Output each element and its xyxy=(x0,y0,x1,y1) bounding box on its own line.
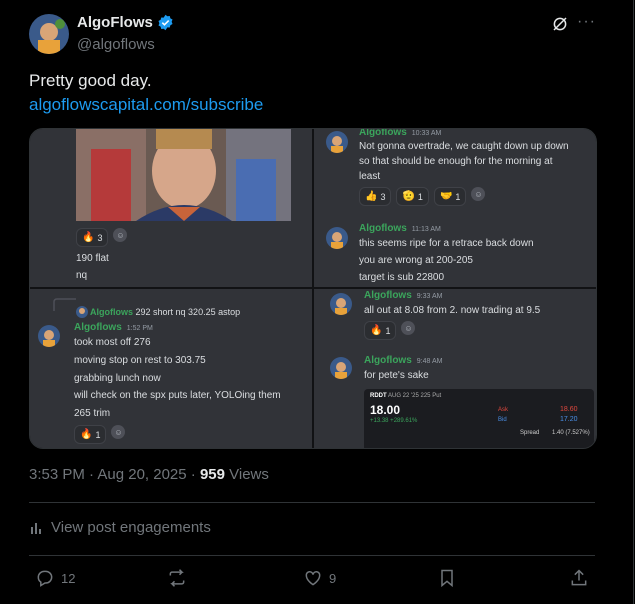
ask-value: 18.60 xyxy=(560,406,578,413)
add-reaction-icon[interactable]: ☺ xyxy=(111,425,126,439)
post-timestamp[interactable]: 3:53 PM · Aug 20, 2025 · 959 Views xyxy=(29,466,269,483)
meme-image xyxy=(76,129,291,221)
panel-divider xyxy=(30,287,596,289)
repost-icon xyxy=(169,569,185,587)
discord-avatar xyxy=(330,357,352,379)
message-line: for pete's sake xyxy=(364,370,429,381)
like-count: 9 xyxy=(329,570,337,586)
like-button[interactable]: 9 xyxy=(303,568,336,588)
message-line: will check on the spx puts later, YOLOin… xyxy=(74,390,281,401)
reaction-fire[interactable]: 🔥 1 xyxy=(364,321,397,340)
message-line: you are wrong at 200-205 xyxy=(359,255,473,266)
ask-label: Ask xyxy=(498,407,509,413)
timeline-border xyxy=(633,0,634,604)
add-reaction-icon[interactable]: ☺ xyxy=(113,228,128,242)
discord-avatar xyxy=(326,131,348,153)
discord-username: Algoflows 1:52 PM xyxy=(74,322,153,333)
quote-symbol: RDDT xyxy=(370,393,387,399)
divider xyxy=(29,555,595,556)
discord-avatar xyxy=(326,227,348,249)
author-name[interactable]: AlgoFlows xyxy=(77,14,153,31)
message-line: grabbing lunch now xyxy=(74,373,161,384)
bookmark-button[interactable] xyxy=(437,568,457,588)
reply-avatar xyxy=(76,306,88,318)
view-engagements-link[interactable]: View post engagements xyxy=(29,519,211,536)
bid-label: Bid xyxy=(498,417,507,423)
message-line: least xyxy=(359,171,381,182)
message-line: 190 flat xyxy=(76,253,109,264)
reply-count: 12 xyxy=(61,570,76,586)
author-avatar[interactable] xyxy=(29,14,69,54)
more-options-icon[interactable]: ··· xyxy=(577,14,595,32)
screenshot-panel-2: Algoflows 10:33 AM Not gonna overtrade, w… xyxy=(314,129,596,287)
reaction-fire[interactable]: 🔥 1 xyxy=(74,425,107,444)
bid-value: 17.20 xyxy=(560,416,578,423)
spread-label: Spread xyxy=(520,430,540,436)
author-handle[interactable]: @algoflows xyxy=(77,36,155,53)
reply-icon xyxy=(37,570,53,587)
reaction-handshake[interactable]: 🤝 1 xyxy=(433,187,467,206)
discord-username: Algoflows 9:48 AM xyxy=(364,355,443,366)
grok-icon[interactable] xyxy=(551,15,569,33)
share-icon xyxy=(571,569,587,586)
repost-button[interactable] xyxy=(167,568,187,588)
reaction-salute[interactable]: 🫡 1 xyxy=(396,187,429,206)
post-link[interactable]: algoflowscapital.com/subscribe xyxy=(29,94,263,116)
message-line: 265 trim xyxy=(74,408,111,419)
discord-username: Algoflows 10:33 AM xyxy=(359,129,442,138)
reply-button[interactable]: 12 xyxy=(35,568,75,588)
quote-price: 18.00 xyxy=(370,403,401,417)
post-text: Pretty good day. xyxy=(29,71,152,90)
reply-username: Algoflows xyxy=(90,307,133,317)
media-image[interactable]: 🔥 3 ☺ 190 flat nq Algoflows 10:33 AM Not … xyxy=(29,128,597,449)
views-count: 959 xyxy=(199,466,225,483)
reply-line-icon xyxy=(53,298,76,311)
reaction-fire[interactable]: 🔥 3 xyxy=(76,228,109,247)
discord-username: Algoflows 9:33 AM xyxy=(364,290,443,301)
reaction-thumbs-up[interactable]: 👍 3 xyxy=(359,187,392,206)
screenshot-panel-4: Algoflows 9:33 AM all out at 8.08 from 2.… xyxy=(314,289,596,448)
bookmark-icon xyxy=(441,569,453,588)
message-line: so that should be enough for the morning… xyxy=(359,156,553,167)
quote-change: +13.38 +289.61% xyxy=(370,418,418,424)
verified-badge-icon xyxy=(158,14,173,31)
discord-avatar xyxy=(38,325,60,347)
message-line: all out at 8.08 from 2. now trading at 9… xyxy=(364,305,541,316)
message-line: moving stop on rest to 303.75 xyxy=(74,355,206,366)
message-line: took most off 276 xyxy=(74,337,151,348)
message-line: nq xyxy=(76,270,88,281)
add-reaction-icon[interactable]: ☺ xyxy=(401,321,416,335)
quote-contract: AUG 22 '25 225 Put xyxy=(388,393,442,399)
message-line: Not gonna overtrade, we caught down up d… xyxy=(359,141,569,152)
divider xyxy=(29,502,595,503)
discord-avatar xyxy=(330,293,352,315)
analytics-icon xyxy=(31,522,41,534)
option-quote-card: RDDT AUG 22 '25 225 Put 18.00 +13.38 +28… xyxy=(364,389,594,448)
message-line: target is sub 22800 xyxy=(359,272,445,283)
message-line: this seems ripe for a retrace back down xyxy=(359,238,534,249)
heart-icon xyxy=(305,570,321,586)
share-button[interactable] xyxy=(569,568,589,588)
spread-value: 1.40 (7.527%) xyxy=(552,430,590,436)
discord-username: Algoflows 11:13 AM xyxy=(359,223,441,234)
screenshot-panel-3: Algoflows 292 short nq 320.25 astop Algo… xyxy=(30,289,312,448)
add-reaction-icon[interactable]: ☺ xyxy=(471,187,486,201)
screenshot-panel-1: 🔥 3 ☺ 190 flat nq xyxy=(30,129,312,287)
reply-preview: 292 short nq 320.25 astop xyxy=(135,307,241,317)
